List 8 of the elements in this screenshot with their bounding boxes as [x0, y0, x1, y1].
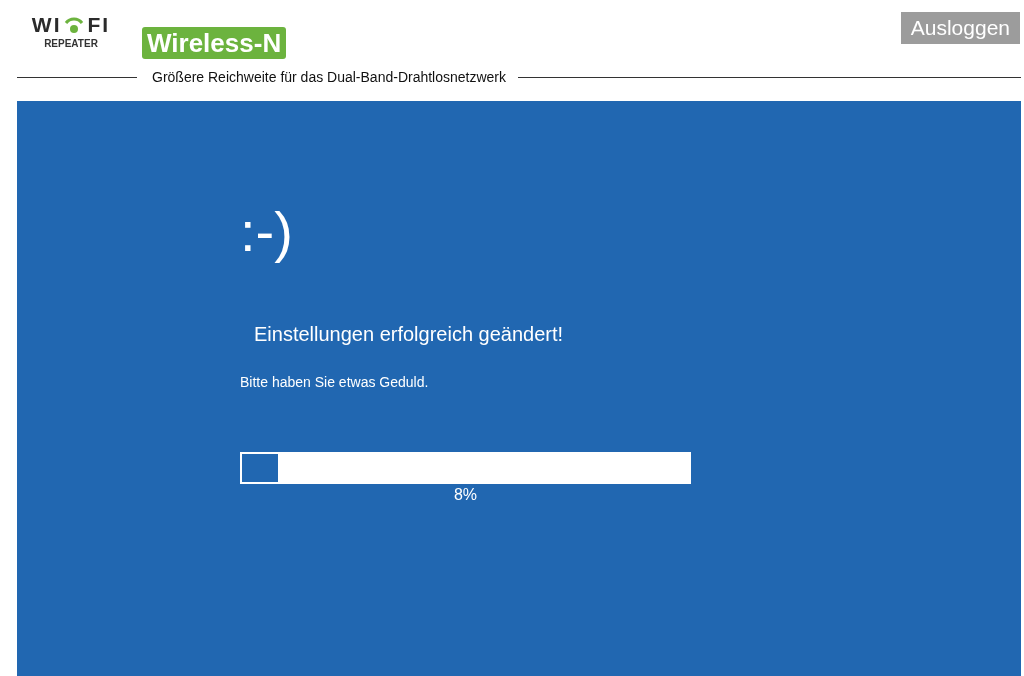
tagline: Größere Reichweite für das Dual-Band-Drahtlosnetzwerk	[151, 69, 508, 85]
success-heading: Einstellungen erfolgreich geändert!	[254, 323, 564, 346]
product-badge: Wireless-N	[142, 27, 287, 59]
smiley-emoticon: :-)	[240, 199, 293, 265]
wait-message: Bitte haben Sie etwas Geduld.	[240, 374, 429, 390]
logout-button[interactable]: Ausloggen	[900, 12, 1020, 44]
progress-percent: 8%	[452, 486, 479, 504]
wifi-logo: WI FI REPEATER	[30, 14, 112, 49]
